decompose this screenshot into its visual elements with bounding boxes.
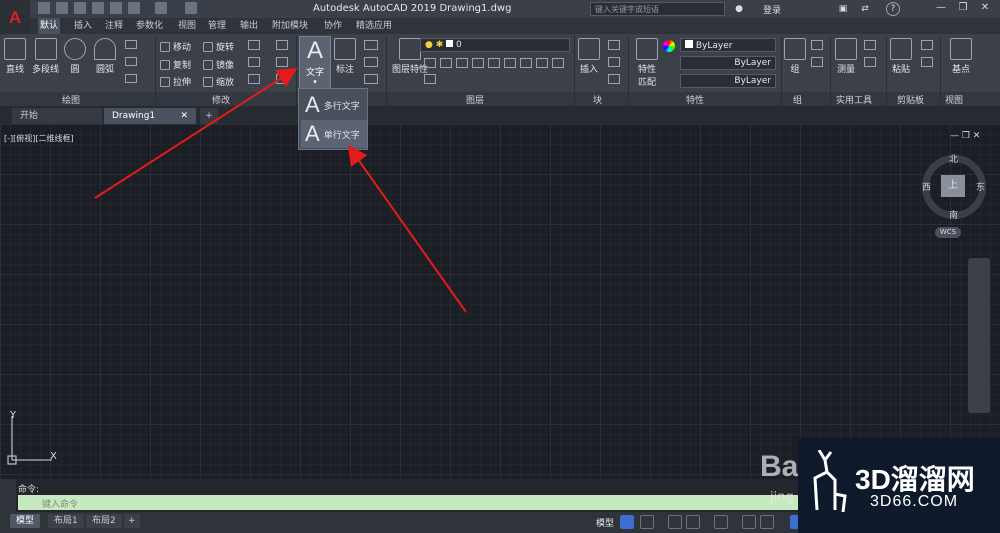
arrow-to-single-line-text	[347, 144, 467, 313]
otrack-icon[interactable]	[742, 515, 756, 529]
layout-tab-model[interactable]: 模型	[10, 514, 41, 528]
arrow-to-text-button	[94, 67, 298, 199]
deer-logo-icon	[813, 450, 847, 513]
command-history: 命令:	[18, 485, 40, 495]
baidu-watermark-sub: jing	[770, 490, 794, 505]
3d66-watermark-title: 3D溜溜网	[855, 464, 975, 495]
add-layout-button[interactable]: +	[124, 514, 140, 528]
3d66-watermark-url: 3D66.COM	[870, 493, 959, 510]
layout-tab-2[interactable]: 布局2	[86, 514, 122, 528]
command-window-handle[interactable]	[0, 479, 16, 512]
model-space-toggle[interactable]: 模型	[596, 516, 614, 529]
layout-tab-1[interactable]: 布局1	[48, 514, 84, 528]
osnap-icon[interactable]	[714, 515, 728, 529]
grid-icon[interactable]	[620, 515, 634, 529]
snap-icon[interactable]	[640, 515, 654, 529]
ortho-icon[interactable]	[668, 515, 682, 529]
dynamic-ucs-icon[interactable]	[760, 515, 774, 529]
polar-icon[interactable]	[686, 515, 700, 529]
